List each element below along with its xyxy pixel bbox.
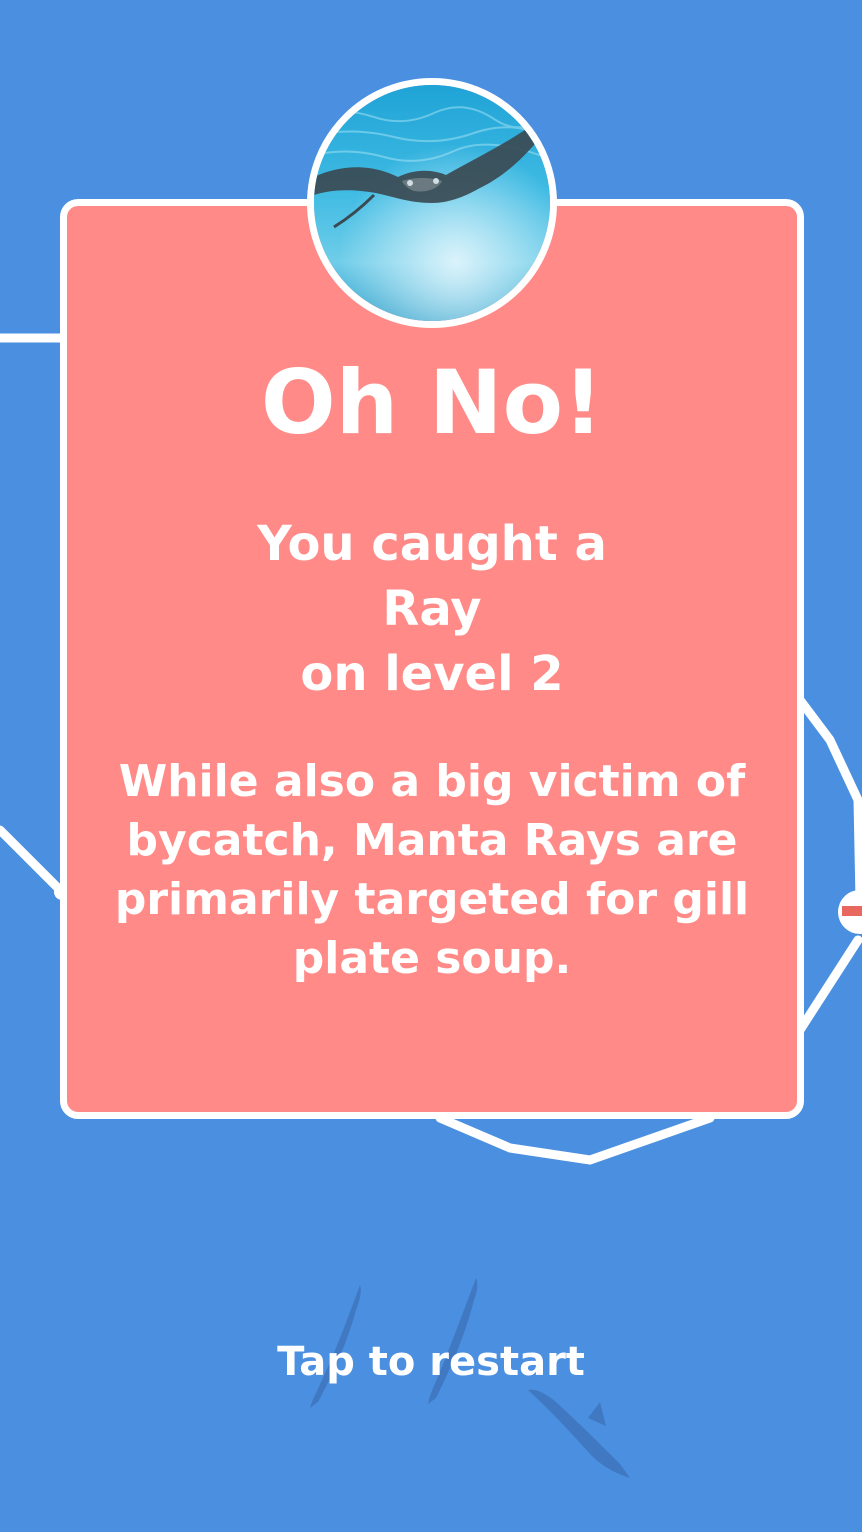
species-name: Ray xyxy=(382,581,482,637)
manta-ray-image xyxy=(314,85,550,321)
restart-prompt[interactable]: Tap to restart xyxy=(0,1334,862,1390)
fish-shadow-icon xyxy=(528,1389,630,1478)
game-scene[interactable]: Oh No! You caught a Ray on level 2 While… xyxy=(0,0,862,1532)
level-line: on level 2 xyxy=(300,646,564,702)
manta-ray-photo-icon xyxy=(307,78,557,328)
popup-title: Oh No! xyxy=(260,351,604,454)
caught-message: You caught a Ray on level 2 xyxy=(60,512,804,707)
caught-line: You caught a xyxy=(257,516,607,572)
species-fact: While also a big victim of bycatch, Mant… xyxy=(114,756,750,984)
